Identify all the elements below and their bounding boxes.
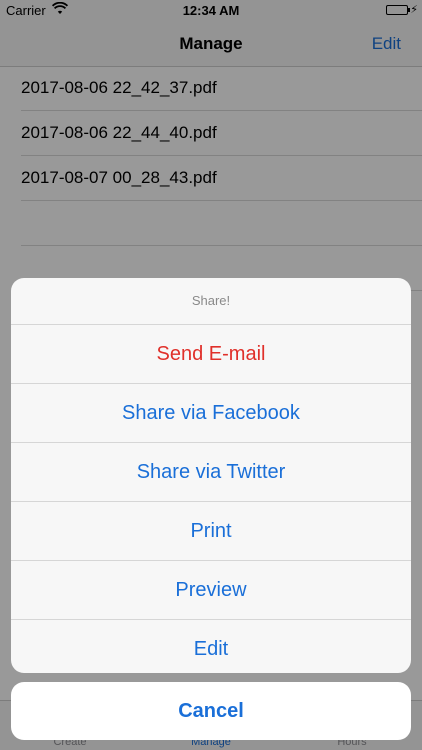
- share-facebook-button[interactable]: Share via Facebook: [11, 384, 411, 443]
- print-button[interactable]: Print: [11, 502, 411, 561]
- edit-action-button[interactable]: Edit: [11, 620, 411, 673]
- share-twitter-button[interactable]: Share via Twitter: [11, 443, 411, 502]
- preview-button[interactable]: Preview: [11, 561, 411, 620]
- share-action-sheet: Share! Send E-mail Share via Facebook Sh…: [11, 278, 411, 673]
- action-sheet-title: Share!: [11, 278, 411, 325]
- cancel-button[interactable]: Cancel: [11, 682, 411, 740]
- send-email-button[interactable]: Send E-mail: [11, 325, 411, 384]
